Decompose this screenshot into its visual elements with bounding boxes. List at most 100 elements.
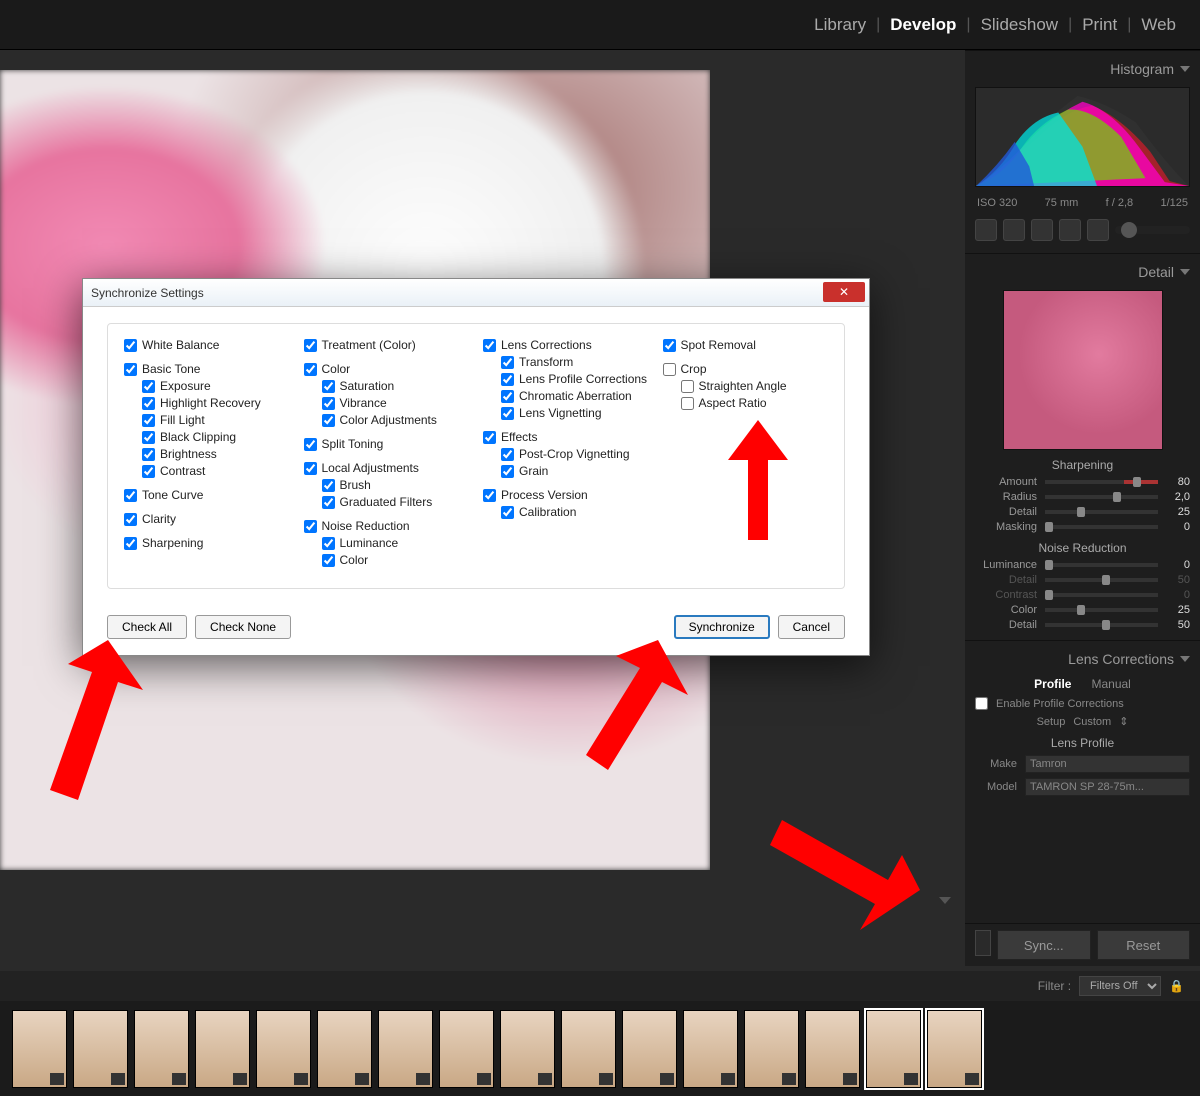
check-none-button[interactable]: Check None	[195, 615, 291, 639]
filmstrip[interactable]	[0, 1001, 1200, 1096]
module-library[interactable]: Library	[814, 15, 866, 35]
checkbox[interactable]	[681, 380, 694, 393]
model-select[interactable]: TAMRON SP 28-75m...	[1025, 778, 1190, 796]
checkbox[interactable]	[142, 380, 155, 393]
checkbox[interactable]	[142, 448, 155, 461]
sync-option-luminance[interactable]: Luminance	[322, 536, 470, 550]
checkbox[interactable]	[124, 489, 137, 502]
sync-option-color-adjustments[interactable]: Color Adjustments	[322, 413, 470, 427]
sync-option-noise-reduction[interactable]: Noise Reduction	[304, 519, 470, 533]
tool-size-slider[interactable]	[1115, 226, 1190, 234]
sync-option-black-clipping[interactable]: Black Clipping	[142, 430, 290, 444]
filmstrip-thumb[interactable]	[683, 1010, 738, 1088]
switch-toggle-icon[interactable]	[975, 930, 991, 956]
checkbox[interactable]	[142, 397, 155, 410]
dialog-titlebar[interactable]: Synchronize Settings ✕	[83, 279, 869, 307]
filmstrip-thumb[interactable]	[866, 1010, 921, 1088]
sync-option-straighten-angle[interactable]: Straighten Angle	[681, 379, 829, 393]
check-all-button[interactable]: Check All	[107, 615, 187, 639]
checkbox[interactable]	[124, 339, 137, 352]
filmstrip-thumb[interactable]	[73, 1010, 128, 1088]
checkbox[interactable]	[501, 356, 514, 369]
checkbox[interactable]	[124, 537, 137, 550]
chevron-down-icon[interactable]	[939, 897, 951, 904]
sync-option-post-crop-vignetting[interactable]: Post-Crop Vignetting	[501, 447, 649, 461]
sync-option-tone-curve[interactable]: Tone Curve	[124, 488, 290, 502]
filmstrip-thumb[interactable]	[256, 1010, 311, 1088]
checkbox[interactable]	[681, 397, 694, 410]
checkbox[interactable]	[322, 496, 335, 509]
tab-profile[interactable]: Profile	[1034, 677, 1071, 691]
slider-track[interactable]	[1045, 578, 1158, 582]
checkbox[interactable]	[304, 520, 317, 533]
setup-value[interactable]: Custom	[1073, 716, 1111, 728]
redeye-tool-icon[interactable]	[1031, 219, 1053, 241]
checkbox[interactable]	[124, 513, 137, 526]
sync-option-brightness[interactable]: Brightness	[142, 447, 290, 461]
sync-option-calibration[interactable]: Calibration	[501, 505, 649, 519]
sync-option-exposure[interactable]: Exposure	[142, 379, 290, 393]
tab-manual[interactable]: Manual	[1091, 677, 1130, 691]
sync-option-vibrance[interactable]: Vibrance	[322, 396, 470, 410]
sync-option-color[interactable]: Color	[304, 362, 470, 376]
filmstrip-thumb[interactable]	[561, 1010, 616, 1088]
sync-option-transform[interactable]: Transform	[501, 355, 649, 369]
checkbox[interactable]	[142, 414, 155, 427]
checkbox[interactable]	[142, 465, 155, 478]
checkbox[interactable]	[322, 554, 335, 567]
slider-track[interactable]	[1045, 563, 1158, 567]
sync-option-graduated-filters[interactable]: Graduated Filters	[322, 495, 470, 509]
sync-option-treatment-color-[interactable]: Treatment (Color)	[304, 338, 470, 352]
checkbox[interactable]	[501, 407, 514, 420]
sync-option-spot-removal[interactable]: Spot Removal	[663, 338, 829, 352]
sync-option-local-adjustments[interactable]: Local Adjustments	[304, 461, 470, 475]
module-develop[interactable]: Develop	[890, 15, 956, 35]
sync-option-highlight-recovery[interactable]: Highlight Recovery	[142, 396, 290, 410]
checkbox[interactable]	[483, 339, 496, 352]
detail-preview[interactable]	[1003, 290, 1163, 450]
checkbox[interactable]	[304, 339, 317, 352]
dropdown-icon[interactable]: ⇕	[1119, 715, 1128, 728]
slider-track[interactable]	[1045, 510, 1158, 514]
sync-option-fill-light[interactable]: Fill Light	[142, 413, 290, 427]
checkbox[interactable]	[304, 438, 317, 451]
slider-track[interactable]	[1045, 593, 1158, 597]
checkbox[interactable]	[322, 479, 335, 492]
sync-option-grain[interactable]: Grain	[501, 464, 649, 478]
slider-track[interactable]	[1045, 525, 1158, 529]
sync-option-aspect-ratio[interactable]: Aspect Ratio	[681, 396, 829, 410]
filmstrip-thumb[interactable]	[134, 1010, 189, 1088]
close-icon[interactable]: ✕	[823, 282, 865, 302]
slider-track[interactable]	[1045, 623, 1158, 627]
filmstrip-thumb[interactable]	[317, 1010, 372, 1088]
sync-option-crop[interactable]: Crop	[663, 362, 829, 376]
checkbox[interactable]	[322, 397, 335, 410]
panel-collapse-icon[interactable]	[1180, 656, 1190, 662]
sync-option-basic-tone[interactable]: Basic Tone	[124, 362, 290, 376]
make-select[interactable]: Tamron	[1025, 755, 1190, 773]
sync-option-clarity[interactable]: Clarity	[124, 512, 290, 526]
checkbox[interactable]	[483, 431, 496, 444]
checkbox[interactable]	[322, 414, 335, 427]
checkbox[interactable]	[501, 448, 514, 461]
lock-icon[interactable]: 🔒	[1169, 979, 1184, 993]
filmstrip-thumb[interactable]	[439, 1010, 494, 1088]
module-slideshow[interactable]: Slideshow	[981, 15, 1059, 35]
panel-collapse-icon[interactable]	[1180, 269, 1190, 275]
checkbox[interactable]	[663, 339, 676, 352]
sync-option-lens-corrections[interactable]: Lens Corrections	[483, 338, 649, 352]
checkbox[interactable]	[501, 373, 514, 386]
sync-option-contrast[interactable]: Contrast	[142, 464, 290, 478]
filmstrip-thumb[interactable]	[622, 1010, 677, 1088]
checkbox[interactable]	[663, 363, 676, 376]
slider-track[interactable]	[1045, 480, 1158, 484]
checkbox[interactable]	[304, 363, 317, 376]
sync-option-saturation[interactable]: Saturation	[322, 379, 470, 393]
histogram-graph[interactable]	[975, 87, 1190, 187]
sync-option-sharpening[interactable]: Sharpening	[124, 536, 290, 550]
filter-select[interactable]: Filters Off	[1079, 976, 1161, 996]
checkbox[interactable]	[142, 431, 155, 444]
checkbox[interactable]	[304, 462, 317, 475]
brush-tool-icon[interactable]	[1087, 219, 1109, 241]
synchronize-button[interactable]: Synchronize	[674, 615, 770, 639]
